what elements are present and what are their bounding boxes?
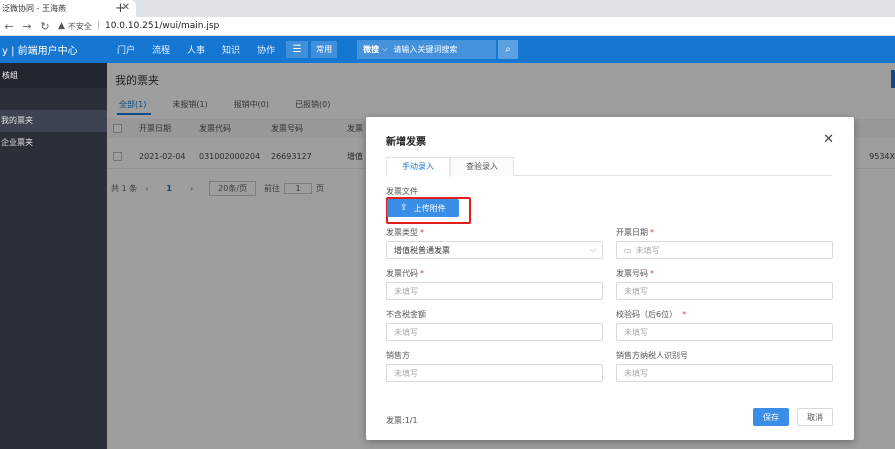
invoice-file-label: 发票文件 (386, 187, 418, 196)
invoice-date-placeholder: 未填写 (635, 245, 660, 255)
invoice-number-label: 发票号码 * (616, 268, 654, 279)
check-code-placeholder: 未填写 (624, 327, 648, 337)
security-status: 不安全 (67, 21, 92, 31)
url-field[interactable]: ▲ 不安全 | 10.0.10.251/wui/main.jsp (58, 21, 219, 32)
nav-workflow[interactable]: 流程 (152, 43, 170, 56)
app-header: y | 前端用户中心 门户 流程 人事 知识 协作 ☰ 常用 微搜 ⌵ 请输入关… (0, 36, 895, 63)
add-invoice-dialog: 新增发票 ✕ 手动录入 查验录入 发票文件 ⇪ 上传附件 发票类型 * 增值税普通… (366, 117, 854, 440)
invoice-code-label: 发票代码 * (386, 268, 424, 279)
check-code-label: 校验码（后6位） * (616, 309, 686, 320)
calendar-icon: ▭ (624, 245, 632, 255)
check-code-input[interactable]: 未填写 (616, 323, 833, 341)
upload-icon: ⇪ (400, 203, 408, 213)
reload-icon[interactable]: ↻ (36, 20, 54, 33)
new-tab-button[interactable]: + (115, 0, 126, 17)
seller-input[interactable]: 未填写 (386, 364, 603, 382)
required-mark: * (682, 310, 687, 319)
invoice-number-input[interactable]: 未填写 (616, 282, 833, 300)
brand-title: y | 前端用户中心 (2, 46, 78, 57)
amount-placeholder: 未填写 (394, 327, 418, 337)
browser-tabbar: 泛微协同 - 王海燕 ✕ + (0, 0, 895, 17)
nav-collaboration[interactable]: 协作 (257, 43, 275, 56)
nav-knowledge[interactable]: 知识 (222, 43, 240, 56)
search-icon[interactable]: ⌕ (498, 40, 519, 59)
sidebar: 核组 我的票夹 企业票夹 (0, 63, 107, 449)
dialog-title: 新增发票 (386, 137, 426, 148)
forward-arrow-icon[interactable]: → (18, 20, 36, 33)
tab-verify-entry[interactable]: 查验录入 (450, 157, 514, 176)
chevron-down-icon: ⌵ (589, 245, 596, 254)
sidebar-item-my-invoices[interactable]: 我的票夹 (0, 110, 107, 132)
seller-tax-id-placeholder: 未填写 (624, 368, 648, 378)
invoice-code-input[interactable]: 未填写 (386, 282, 603, 300)
menu-icon[interactable]: ☰ (286, 41, 309, 58)
url-divider: | (96, 21, 100, 31)
required-mark: * (420, 228, 424, 237)
seller-placeholder: 未填写 (394, 368, 418, 378)
invoice-code-label-text: 发票代码 (386, 269, 418, 278)
seller-tax-id-label: 销售方纳税人识别号 (616, 351, 688, 360)
top-nav: 门户 流程 人事 知识 协作 ☰ 常用 (107, 41, 338, 58)
amount-input[interactable]: 未填写 (386, 323, 603, 341)
invoice-type-value: 增值税普通发票 (394, 245, 450, 255)
invoice-date-label: 开票日期 * (616, 227, 654, 238)
browser-tab-title: 泛微协同 - 王海燕 (2, 4, 66, 13)
invoice-date-label-text: 开票日期 (616, 228, 648, 237)
seller-tax-id-input[interactable]: 未填写 (616, 364, 833, 382)
sidebar-group-title: 核组 (0, 63, 107, 88)
amount-label: 不含税金额 (386, 310, 426, 319)
invoice-type-select[interactable]: 增值税普通发票 ⌵ (386, 241, 603, 259)
invoice-date-input[interactable]: ▭ 未填写 (616, 241, 833, 259)
sidebar-item-enterprise-invoices[interactable]: 企业票夹 (0, 132, 107, 154)
search-placeholder: 请输入关键词搜索 (393, 45, 458, 54)
close-icon[interactable]: ✕ (823, 132, 834, 147)
entry-tabs: 手动录入 查验录入 (386, 157, 832, 177)
invoice-type-label: 发票类型 * (386, 227, 424, 238)
upload-attachment-button[interactable]: ⇪ 上传附件 (387, 199, 459, 217)
invoice-code-placeholder: 未填写 (394, 286, 418, 296)
url-text: 10.0.10.251/wui/main.jsp (104, 21, 220, 31)
seller-label: 销售方 (386, 351, 410, 360)
address-bar: ← → ↻ ▲ 不安全 | 10.0.10.251/wui/main.jsp (0, 17, 895, 36)
required-mark: * (650, 228, 654, 237)
required-mark: * (650, 269, 654, 278)
invoice-number-placeholder: 未填写 (624, 286, 648, 296)
nav-portal[interactable]: 门户 (117, 43, 135, 56)
search-scope[interactable]: 微搜 (357, 44, 382, 55)
check-code-label-text: 校验码（后6位） (616, 310, 678, 319)
required-mark: * (420, 269, 424, 278)
upload-label: 上传附件 (413, 203, 446, 213)
search-input[interactable]: 微搜 ⌵ 请输入关键词搜索 (357, 40, 497, 59)
invoice-type-label-text: 发票类型 (386, 228, 418, 237)
nav-hr[interactable]: 人事 (187, 43, 205, 56)
common-button[interactable]: 常用 (311, 41, 338, 58)
chevron-down-icon[interactable]: ⌵ (382, 45, 387, 54)
invoice-number-label-text: 发票号码 (616, 269, 648, 278)
invoice-count: 发票:1/1 (386, 416, 418, 425)
save-button[interactable]: 保存 (753, 408, 789, 426)
tab-manual-entry[interactable]: 手动录入 (386, 157, 450, 177)
cancel-button[interactable]: 取消 (797, 408, 833, 426)
warning-icon: ▲ (58, 21, 65, 31)
back-arrow-icon[interactable]: ← (0, 20, 18, 33)
